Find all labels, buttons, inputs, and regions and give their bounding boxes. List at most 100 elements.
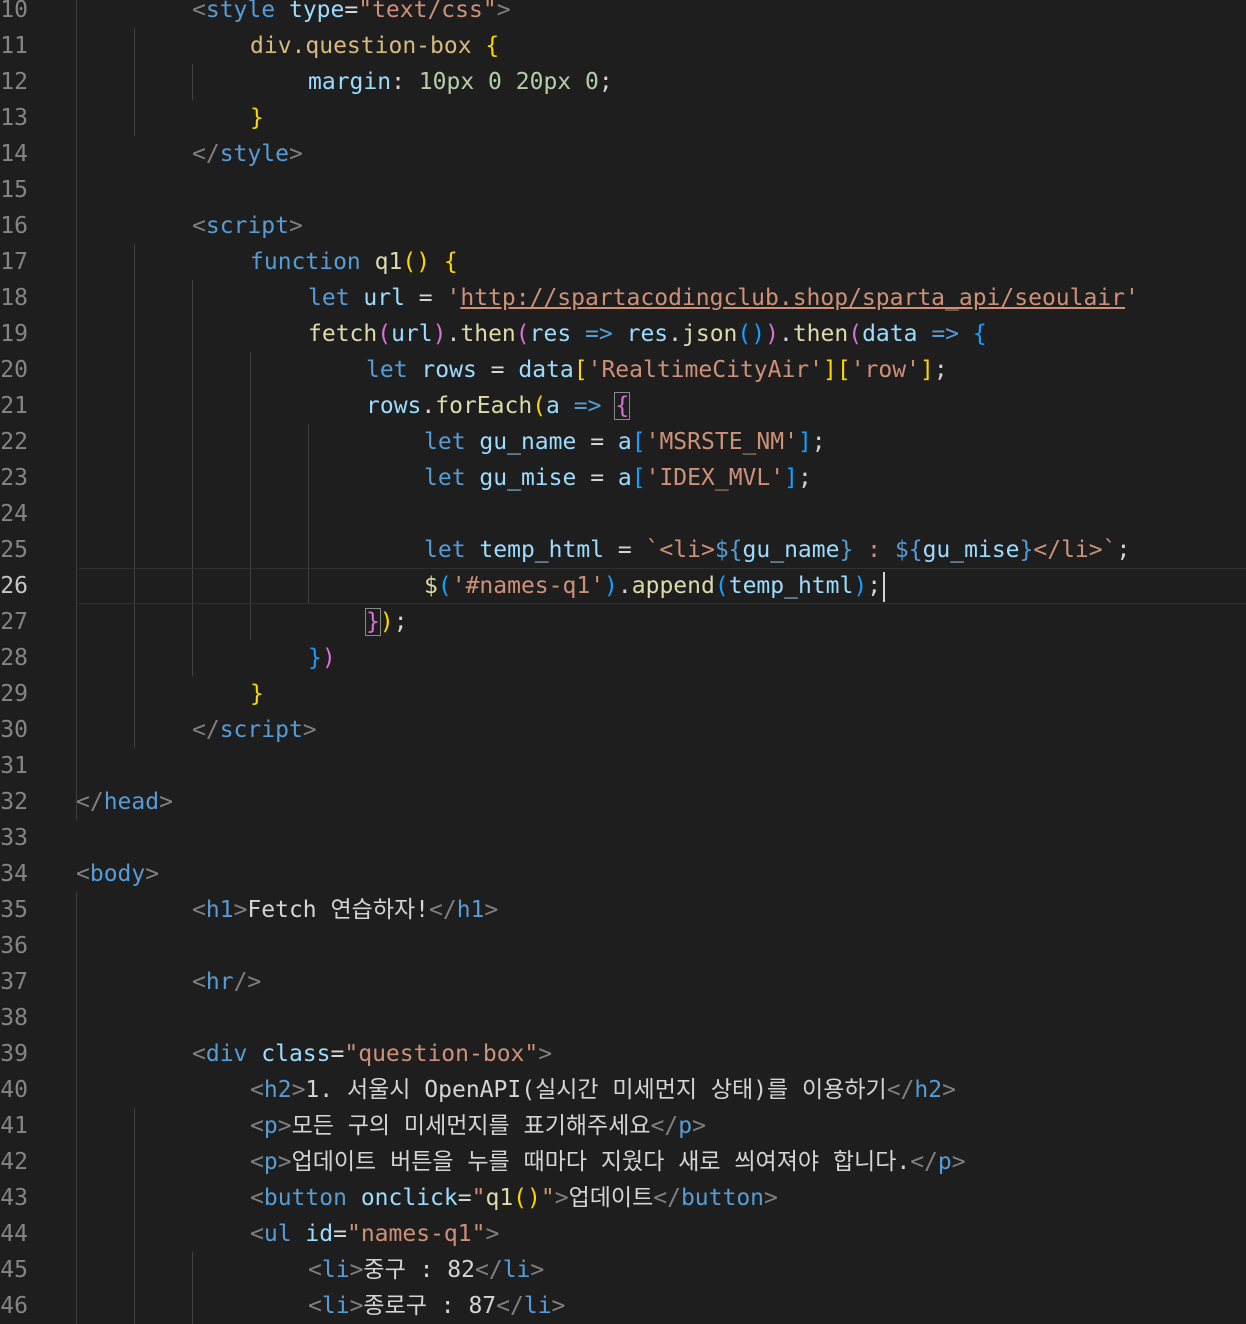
code-text: let rows = data['RealtimeCityAir']['row'… (366, 352, 948, 388)
code-token: p (263, 1113, 278, 1139)
line-number: 16 (0, 213, 28, 239)
code-token: </ (192, 717, 220, 743)
code-token: 0 (585, 69, 599, 95)
code-line[interactable]: 36 (0, 928, 1246, 964)
code-token: = (476, 357, 519, 383)
code-token: ][ (823, 357, 851, 383)
code-line[interactable]: 42 <p>업데이트 버튼을 누를 때마다 지웠다 새로 씌여져야 합니다.</p… (0, 1144, 1246, 1180)
code-token: margin (308, 69, 392, 95)
code-line[interactable]: 39 <div class="question-box"> (0, 1036, 1246, 1072)
code-line[interactable]: 18 let url = 'http://spartacodingclub.sho… (0, 280, 1246, 316)
line-number: 14 (0, 141, 28, 167)
code-token: gu_name (479, 429, 577, 455)
code-token: = (330, 1041, 345, 1067)
code-token: ) (853, 573, 868, 599)
code-text: let gu_name = a['MSRSTE_NM']; (424, 424, 826, 460)
code-line[interactable]: 12 margin: 10px 0 20px 0; (0, 64, 1246, 100)
code-line[interactable]: 40 <h2>1. 서울시 OpenAPI(실시간 미세먼지 상태)를 이용하기<… (0, 1072, 1246, 1108)
code-token: </li>` (1033, 537, 1117, 563)
code-line[interactable]: 32 </head> (0, 784, 1246, 820)
code-line[interactable]: 31 (0, 748, 1246, 784)
code-line[interactable]: 44 <ul id="names-q1"> (0, 1216, 1246, 1252)
code-token: ) (432, 321, 447, 347)
code-line[interactable]: 33 (0, 820, 1246, 856)
code-line[interactable]: 11 div.question-box { (0, 28, 1246, 64)
code-line[interactable]: 15 (0, 172, 1246, 208)
code-line[interactable]: 43 <button onclick="q1()">업데이트</button> (0, 1180, 1246, 1216)
code-token: data (518, 357, 574, 383)
code-token: '#names-q1' (451, 573, 605, 599)
code-text: <style type="text/css"> (192, 0, 511, 28)
line-number: 10 (0, 0, 28, 23)
code-token: rows (366, 393, 422, 419)
code-line[interactable]: 27}); (0, 604, 1246, 640)
code-token: ) (321, 645, 336, 671)
code-text: margin: 10px 0 20px 0; (308, 64, 613, 100)
code-token: "question-box" (344, 1041, 539, 1067)
code-token: < (192, 0, 206, 23)
code-line[interactable]: 19 fetch(url).then(res => res.json()).the… (0, 316, 1246, 352)
code-line[interactable]: 24 (0, 496, 1246, 532)
code-token: > (145, 861, 160, 887)
code-token: </ (429, 897, 457, 923)
code-token: rows (421, 357, 477, 383)
code-text: </head> (76, 784, 173, 820)
code-token: </ (910, 1149, 938, 1175)
code-line[interactable]: 14 </style> (0, 136, 1246, 172)
code-token: ] (919, 357, 934, 383)
code-line[interactable]: 29} (0, 676, 1246, 712)
code-line[interactable]: 16 <script> (0, 208, 1246, 244)
code-line[interactable]: 17 function q1() { (0, 244, 1246, 280)
code-line[interactable]: 23 let gu_mise = a['IDEX_MVL']; (0, 460, 1246, 496)
code-line[interactable]: 46 <li>종로구 : 87</li> (0, 1288, 1246, 1324)
code-line[interactable]: 30 </script> (0, 712, 1246, 748)
code-line[interactable]: 41 <p>모든 구의 미세먼지를 표기해주세요</p> (0, 1108, 1246, 1144)
code-line[interactable]: 34 <body> (0, 856, 1246, 892)
code-token: h2 (263, 1077, 292, 1103)
code-line[interactable]: 13} (0, 100, 1246, 136)
code-text: </script> (192, 712, 317, 748)
code-token: then (460, 321, 516, 347)
code-token: 종로구 : 87 (363, 1293, 497, 1319)
code-text: let temp_html = `<li>${gu_name} : ${gu_m… (424, 532, 1130, 568)
code-token: { (614, 392, 631, 420)
code-token: json (682, 321, 738, 347)
code-line[interactable]: 35 <h1>Fetch 연습하자!</h1> (0, 892, 1246, 928)
code-token: < (308, 1293, 322, 1319)
code-token: 1. 서울시 OpenAPI(실시간 미세먼지 상태)를 이용하기 (305, 1077, 887, 1103)
code-token: > (538, 1041, 553, 1067)
code-token: . (421, 393, 436, 419)
code-token: 'RealtimeCityAir' (587, 357, 823, 383)
code-line[interactable]: 37 <hr/> (0, 964, 1246, 1000)
code-token: ${ (894, 537, 923, 563)
code-token: "text/css" (358, 0, 497, 23)
code-token: body (89, 861, 146, 887)
code-token: script (205, 213, 289, 239)
code-line[interactable]: 10 <style type="text/css"> (0, 0, 1246, 28)
code-token: `<li> (645, 537, 715, 563)
code-token: ' (1125, 285, 1139, 311)
code-text: <h2>1. 서울시 OpenAPI(실시간 미세먼지 상태)를 이용하기</h… (250, 1072, 956, 1108)
code-line[interactable]: 45 <li>중구 : 82</li> (0, 1252, 1246, 1288)
code-line[interactable]: 28}) (0, 640, 1246, 676)
code-token: = (404, 285, 447, 311)
code-token: function (250, 249, 361, 275)
code-editor[interactable]: 10 <style type="text/css"> 11 div.question-… (0, 0, 1246, 1324)
code-line[interactable]: 20 let rows = data['RealtimeCityAir']['ro… (0, 352, 1246, 388)
code-line[interactable]: 25 let temp_html = `<li>${gu_name} : ${gu… (0, 532, 1246, 568)
code-token: 업데이트 버튼을 누를 때마다 지웠다 새로 씌여져야 합니다. (291, 1149, 911, 1175)
code-line[interactable]: 21 rows.forEach(a => { (0, 388, 1246, 424)
text-cursor (883, 571, 886, 602)
code-token: 'row' (850, 357, 920, 383)
code-token: . (446, 321, 461, 347)
code-line[interactable]: 26 $('#names-q1').append(temp_html); (0, 568, 1246, 604)
code-text: <div class="question-box"> (192, 1036, 552, 1072)
code-token: [ (573, 357, 588, 383)
code-line[interactable]: 22 let gu_name = a['MSRSTE_NM']; (0, 424, 1246, 460)
code-line[interactable]: 38 (0, 1000, 1246, 1036)
